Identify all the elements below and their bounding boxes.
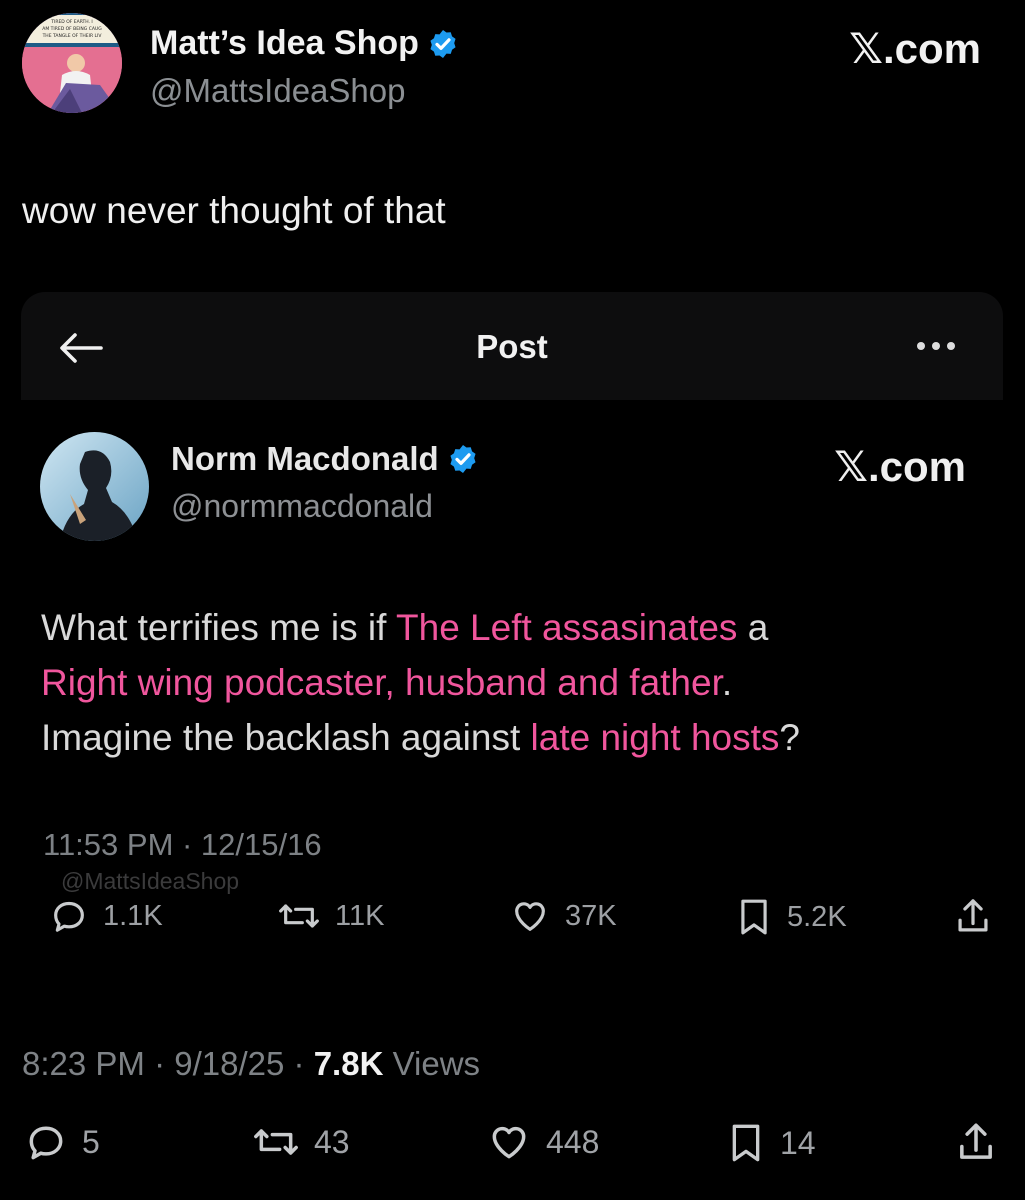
- embedded-display-name[interactable]: Norm Macdonald: [171, 440, 479, 478]
- highlighted-text: The Left assasinates: [396, 607, 738, 648]
- x-brand-logo: 𝕏.com: [849, 25, 981, 72]
- avatar[interactable]: TIRED OF EARTH. I AM TIRED OF BEING CAUG…: [22, 13, 122, 113]
- x-brand-logo: 𝕏.com: [834, 443, 966, 490]
- embedded-user-handle[interactable]: @normmacdonald: [171, 488, 433, 525]
- user-handle[interactable]: @MattsIdeaShop: [150, 72, 405, 110]
- display-name[interactable]: Matt’s Idea Shop: [150, 24, 459, 63]
- avatar-caption: THE TANGLE OF THEIR LIV: [42, 33, 103, 39]
- share-button[interactable]: [953, 896, 993, 938]
- verified-badge-icon: [427, 28, 459, 60]
- reply-button[interactable]: 5: [24, 1120, 100, 1164]
- separator: ·: [293, 1045, 305, 1082]
- share-button[interactable]: [954, 1120, 998, 1166]
- embedded-avatar[interactable]: [40, 432, 149, 541]
- reply-icon: [49, 896, 89, 936]
- topbar-title: Post: [476, 328, 548, 365]
- like-button[interactable]: 448: [486, 1120, 599, 1164]
- repost-icon: [252, 1120, 300, 1164]
- reply-count: 1.1K: [103, 899, 163, 932]
- display-name-text: Matt’s Idea Shop: [150, 24, 419, 62]
- action-bar: 5 43 448 14: [20, 1120, 1010, 1176]
- bookmark-button[interactable]: 14: [726, 1120, 816, 1166]
- text-segment: a: [737, 607, 769, 648]
- like-button[interactable]: 37K: [509, 896, 617, 936]
- bookmark-button[interactable]: 5.2K: [735, 896, 847, 938]
- embedded-action-bar: 1.1K 11K 37K 5.2K: [41, 896, 991, 952]
- text-segment: Imagine the backlash against: [41, 717, 531, 758]
- reply-icon: [24, 1120, 68, 1164]
- repost-count: 43: [314, 1123, 350, 1160]
- bookmark-icon: [735, 896, 773, 938]
- post-text: wow never thought of that: [22, 190, 446, 231]
- like-count: 448: [546, 1123, 600, 1160]
- repost-button[interactable]: 43: [252, 1120, 350, 1164]
- post-date: 9/18/25: [174, 1045, 285, 1082]
- avatar-caption: TIRED OF EARTH. I: [50, 19, 92, 25]
- separator: ·: [154, 1045, 166, 1082]
- text-segment: What terrifies me is if: [41, 607, 397, 648]
- views-label: Views: [392, 1045, 481, 1082]
- embedded-timestamp[interactable]: 11:53 PM · 12/15/16: [43, 827, 322, 863]
- embedded-display-name-text: Norm Macdonald: [171, 440, 439, 477]
- reply-count: 5: [82, 1123, 100, 1160]
- like-count: 37K: [565, 899, 617, 932]
- repost-count: 11K: [335, 899, 385, 932]
- watermark: @MattsIdeaShop: [61, 868, 240, 894]
- more-options-icon[interactable]: [917, 342, 955, 350]
- post-topbar: Post: [21, 292, 1003, 400]
- repost-button[interactable]: 11K: [277, 896, 384, 936]
- heart-icon: [509, 896, 551, 936]
- text-segment: .: [721, 662, 733, 703]
- bookmark-count: 14: [780, 1124, 816, 1161]
- highlighted-text: Right wing podcaster, husband and father: [41, 662, 722, 703]
- share-icon: [953, 896, 993, 938]
- post-time: 8:23 PM: [22, 1045, 145, 1082]
- heart-icon: [486, 1120, 532, 1164]
- reply-button[interactable]: 1.1K: [49, 896, 163, 936]
- bookmark-count: 5.2K: [787, 900, 847, 933]
- highlighted-text: late night hosts: [530, 717, 780, 758]
- bookmark-icon: [726, 1120, 766, 1166]
- embedded-post-text: What terrifies me is if The Left assasin…: [41, 600, 981, 765]
- repost-icon: [277, 896, 321, 936]
- quoted-post-card: Post Norm Macdonald @normmacdonald 𝕏.com…: [21, 292, 1003, 1092]
- share-icon: [954, 1120, 998, 1166]
- post-timestamp[interactable]: 8:23 PM · 9/18/25 · 7.8K Views: [22, 1045, 480, 1083]
- verified-badge-icon: [447, 443, 479, 475]
- text-segment: ?: [779, 717, 800, 758]
- views-count: 7.8K: [313, 1045, 384, 1082]
- avatar-caption: AM TIRED OF BEING CAUG: [42, 26, 102, 32]
